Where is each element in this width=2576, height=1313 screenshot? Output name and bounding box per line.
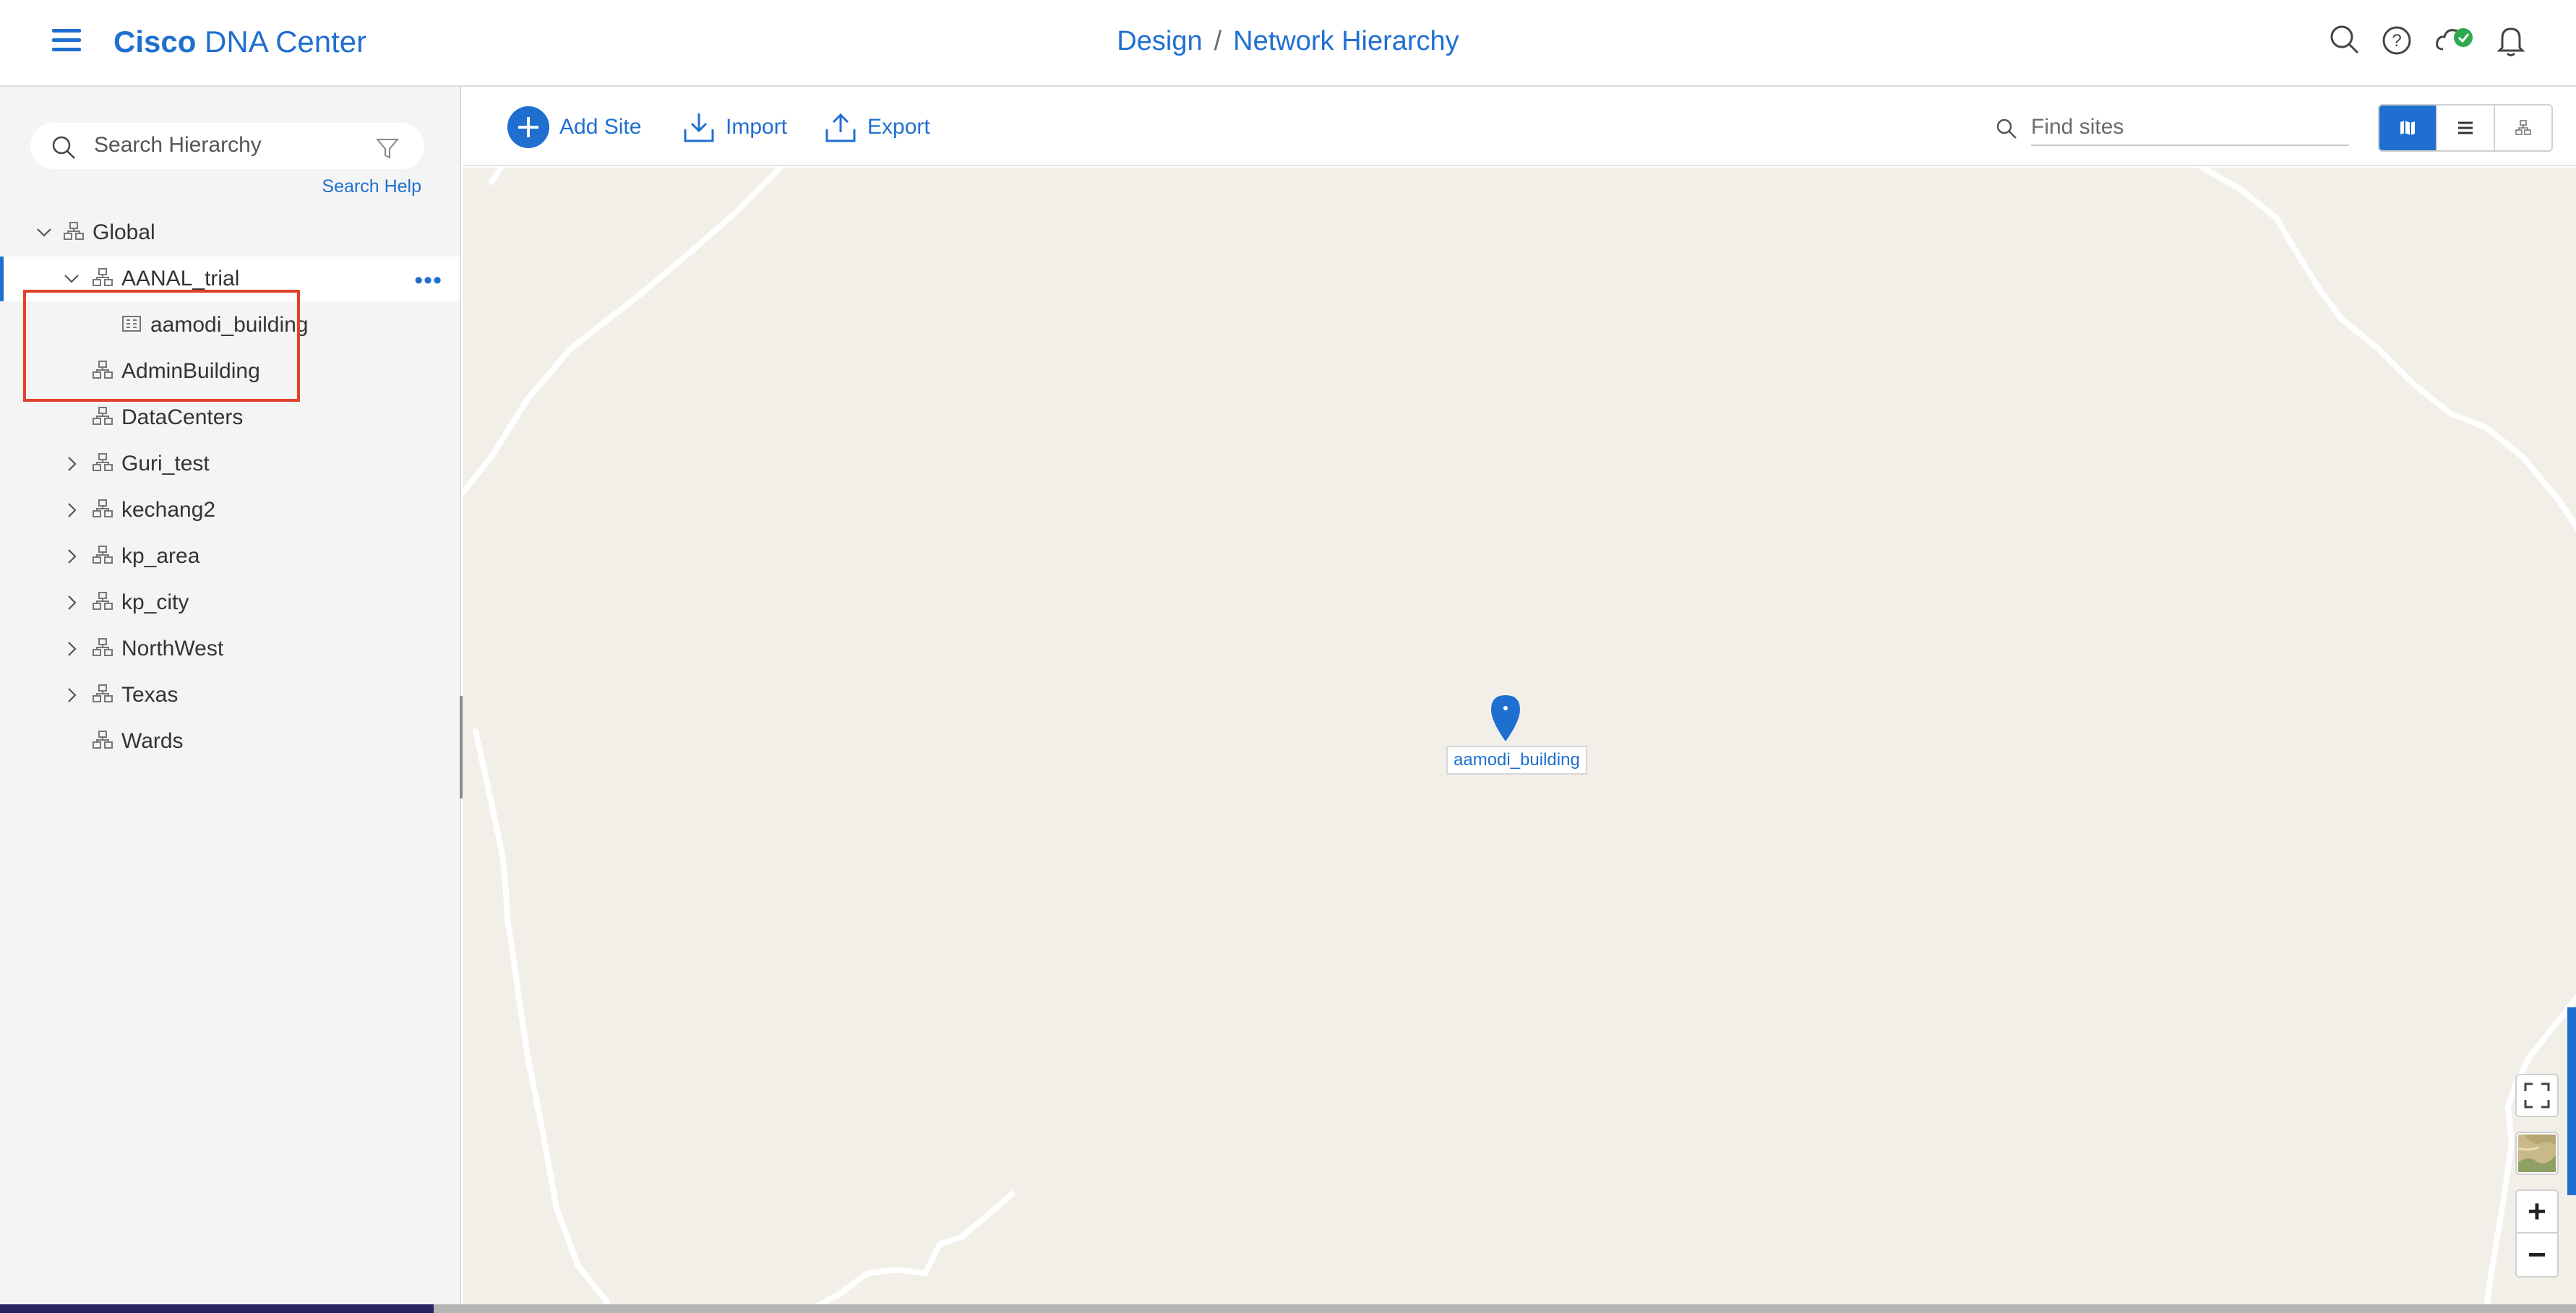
breadcrumb-design[interactable]: Design: [1117, 26, 1202, 56]
list-view-icon: [2458, 121, 2473, 134]
list-view-button[interactable]: [2437, 106, 2495, 150]
site-icon: [93, 731, 113, 749]
tree-item-label: AANAL_trial: [121, 267, 240, 290]
add-site-button[interactable]: Add Site: [507, 106, 642, 148]
chevron-down-icon[interactable]: [61, 268, 82, 290]
tree-item-label: Wards: [121, 729, 184, 753]
cloud-status-icon[interactable]: [2434, 22, 2478, 59]
satellite-thumbnail-icon: [2518, 1135, 2556, 1172]
tree-item[interactable]: Texas: [0, 673, 460, 718]
tree-item[interactable]: AdminBuilding: [0, 349, 460, 394]
location-pin-icon[interactable]: [1489, 694, 1522, 744]
find-sites-field: [1995, 106, 2408, 150]
help-icon[interactable]: ?: [2378, 22, 2416, 59]
tree-item-label: AdminBuilding: [121, 359, 260, 383]
tree-item[interactable]: kp_city: [0, 580, 460, 625]
view-toggle-group: [2378, 104, 2553, 152]
tree-item-label: kp_city: [121, 590, 189, 614]
tree-item[interactable]: aamodi_building: [0, 303, 460, 348]
tree-item-label: Global: [93, 220, 155, 244]
tree-item[interactable]: kp_area: [0, 534, 460, 579]
tree-item-label: Guri_test: [121, 452, 210, 475]
tree-item-label: Texas: [121, 683, 179, 707]
filter-icon[interactable]: [375, 136, 400, 160]
plus-icon: [507, 106, 549, 148]
tree-item[interactable]: Wards: [0, 719, 460, 764]
tree-item-label: kp_area: [121, 544, 200, 568]
site-icon: [93, 499, 113, 517]
site-icon: [93, 407, 113, 425]
tree-item-label: kechang2: [121, 498, 216, 522]
zoom-control: + −: [2515, 1189, 2559, 1278]
pin-label[interactable]: aamodi_building: [1446, 746, 1587, 775]
map-toolbar: Add Site Import Export: [463, 87, 2576, 166]
hierarchy-sidebar: Search Hierarchy Search Help Global AANAL…: [0, 87, 461, 1313]
breadcrumb: Design / Network Hierarchy: [0, 26, 2576, 57]
notifications-icon[interactable]: [2492, 22, 2530, 59]
breadcrumb-separator: /: [1214, 26, 1222, 56]
tree-item[interactable]: AANAL_trial •••: [0, 257, 460, 301]
hierarchy-view-button[interactable]: [2495, 106, 2551, 150]
tree-item[interactable]: NorthWest: [0, 627, 460, 671]
chevron-right-icon[interactable]: [61, 453, 82, 475]
bottom-strip: [0, 1304, 2576, 1313]
site-icon: [93, 453, 113, 471]
export-icon: [825, 113, 856, 142]
site-icon: [93, 592, 113, 610]
tree-item-label: DataCenters: [121, 405, 244, 429]
export-button[interactable]: Export: [824, 107, 930, 147]
add-site-label: Add Site: [559, 115, 642, 139]
tree-item[interactable]: DataCenters: [0, 395, 460, 440]
tree-item[interactable]: kechang2: [0, 488, 460, 533]
hierarchy-view-icon: [2515, 120, 2531, 135]
search-icon: [1996, 119, 2017, 139]
chevron-right-icon[interactable]: [61, 638, 82, 660]
site-icon: [93, 361, 113, 379]
chevron-down-icon[interactable]: [33, 222, 55, 244]
chevron-right-icon[interactable]: [61, 592, 82, 614]
more-options-icon[interactable]: •••: [414, 267, 442, 295]
map-view-icon: [2400, 121, 2415, 135]
search-hierarchy-placeholder: Search Hierarchy: [94, 133, 262, 157]
site-icon: [93, 546, 113, 564]
side-panel-tab[interactable]: [2567, 1007, 2576, 1195]
map-view-button[interactable]: [2379, 106, 2437, 150]
search-help-link[interactable]: Search Help: [322, 176, 421, 197]
import-label: Import: [726, 115, 788, 139]
tree-item-label: NorthWest: [121, 637, 224, 660]
bottom-strip-dark: [0, 1304, 434, 1313]
app-window: Cisco DNA Center Design / Network Hierarch…: [0, 0, 2576, 1313]
building-icon: [122, 316, 141, 332]
breadcrumb-network-hierarchy: Network Hierarchy: [1233, 26, 1459, 56]
site-icon: [93, 638, 113, 656]
search-icon[interactable]: [2326, 22, 2364, 59]
svg-text:?: ?: [2392, 31, 2401, 51]
zoom-in-button[interactable]: +: [2517, 1191, 2557, 1234]
satellite-layer-button[interactable]: [2515, 1132, 2559, 1175]
chevron-right-icon[interactable]: [61, 499, 82, 521]
fullscreen-button[interactable]: [2515, 1074, 2559, 1117]
site-icon: [93, 684, 113, 702]
import-button[interactable]: Import: [682, 107, 787, 147]
site-icon: [64, 222, 84, 240]
top-header: Cisco DNA Center Design / Network Hierarch…: [0, 0, 2576, 87]
tree-item-label: aamodi_building: [150, 313, 309, 337]
chevron-right-icon[interactable]: [61, 546, 82, 567]
tree-item[interactable]: Guri_test: [0, 442, 460, 486]
chevron-right-icon[interactable]: [61, 684, 82, 706]
zoom-out-button[interactable]: −: [2517, 1234, 2557, 1276]
site-map[interactable]: aamodi_building + −: [463, 168, 2576, 1304]
tree-item[interactable]: Global: [0, 210, 460, 255]
export-label: Export: [867, 115, 930, 139]
find-sites-input[interactable]: [2031, 110, 2349, 146]
import-icon: [684, 113, 714, 142]
search-hierarchy-field[interactable]: Search Hierarchy: [30, 123, 424, 169]
site-icon: [93, 268, 113, 286]
fullscreen-icon: [2524, 1082, 2550, 1108]
search-icon: [52, 136, 75, 159]
